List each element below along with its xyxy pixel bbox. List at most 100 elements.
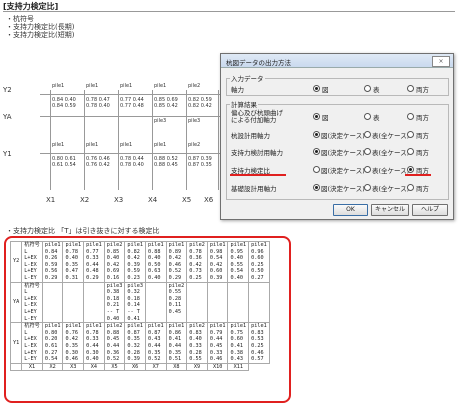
pile-design-both-radio[interactable] bbox=[407, 131, 414, 138]
dialog-titlebar[interactable]: 杭図データの出力方法 × bbox=[221, 54, 453, 68]
axial-table-radio[interactable] bbox=[364, 85, 371, 92]
table-row: Y1 杭符号 L L+EX L-EX L+EY L-EY pile1 0.80 … bbox=[9, 322, 270, 364]
bearing-check-both-label: 両方 bbox=[416, 149, 429, 157]
eccentric-fig-radio[interactable] bbox=[313, 113, 320, 120]
bearing-check-force-label: 支持力検討用軸力 bbox=[231, 149, 283, 157]
footer-cell: X11 bbox=[227, 362, 250, 372]
table-cell bbox=[206, 281, 229, 324]
row-label-y1: Y1 bbox=[3, 150, 12, 158]
output-method-dialog: 杭図データの出力方法 × 入力データ 軸力 図 表 両方 計算結果 偏心及び杭頭… bbox=[220, 53, 454, 220]
table-cell: pile1 0.80 0.20 0.61 0.27 0.54 bbox=[41, 322, 64, 364]
ok-button[interactable]: OK bbox=[333, 204, 368, 216]
grid-line-x1 bbox=[50, 90, 51, 190]
table-cell: pile1 0.87 0.43 0.44 0.35 0.52 bbox=[144, 322, 167, 364]
foundation-table-radio[interactable] bbox=[364, 184, 371, 191]
col-label-x1: X1 bbox=[46, 196, 56, 204]
grid-line-y2 bbox=[40, 94, 220, 95]
table-cell bbox=[83, 281, 105, 324]
axial-force-label: 軸力 bbox=[231, 86, 244, 94]
ratio-table: Y2 杭符号 L L+EX L-EX L+EY L-EY pile1 0.84 … bbox=[9, 241, 270, 372]
grid-line-x6 bbox=[218, 90, 219, 190]
table-cell: pile1 0.78 0.33 0.44 0.30 0.40 bbox=[83, 322, 105, 364]
axial-fig-radio[interactable] bbox=[313, 85, 320, 92]
help-button[interactable]: ヘルプ bbox=[412, 204, 448, 216]
foundation-force-label: 基礎設計用軸力 bbox=[231, 185, 277, 193]
table-cell: pile1 0.87 0.35 0.32 0.28 0.39 bbox=[124, 322, 146, 364]
dialog-title: 杭図データの出力方法 bbox=[226, 59, 291, 67]
footer-cell: X1 bbox=[21, 362, 43, 372]
grid-line-x2 bbox=[84, 90, 85, 190]
bearing-ratio-highlight bbox=[230, 174, 286, 176]
axial-both-radio[interactable] bbox=[407, 85, 414, 92]
pile-label: pile1 bbox=[120, 142, 133, 148]
table-cell bbox=[41, 281, 64, 324]
footer-cell: X5 bbox=[103, 362, 126, 372]
foundation-table-label: 表(全ケース) bbox=[372, 185, 410, 193]
grid-line-x4 bbox=[152, 90, 153, 190]
pile-label: pile1 bbox=[154, 142, 167, 148]
cancel-button[interactable]: キャンセル bbox=[371, 204, 409, 216]
bearing-ratio-fig-radio[interactable] bbox=[313, 166, 320, 173]
bearing-check-table-label: 表(全ケース) bbox=[372, 149, 410, 157]
footer-cell: X2 bbox=[41, 362, 64, 372]
bearing-check-table-radio[interactable] bbox=[364, 148, 371, 155]
bearing-ratio-table-radio[interactable] bbox=[364, 166, 371, 173]
bearing-ratio-both-radio[interactable] bbox=[407, 166, 414, 173]
table-cell bbox=[227, 281, 250, 324]
pile-design-table-radio[interactable] bbox=[364, 131, 371, 138]
close-button[interactable]: × bbox=[432, 56, 450, 67]
bearing-check-fig-radio[interactable] bbox=[313, 148, 320, 155]
table-cell: pile1 0.79 0.44 0.45 0.33 0.46 bbox=[206, 322, 229, 364]
pile-label: pile1 bbox=[52, 142, 65, 148]
foundation-fig-radio[interactable] bbox=[313, 184, 320, 191]
table-cell: 杭符号 L L+EX L-EX L+EY L-EY bbox=[21, 281, 43, 324]
table-cell: pile1 0.82 0.42 0.39 0.59 0.23 bbox=[124, 241, 146, 283]
table-cell: pile3 0.32 0.18 0.14 -- T 0.41 bbox=[124, 281, 146, 324]
table-cell: pile1 0.98 0.54 0.42 0.60 0.39 bbox=[206, 241, 229, 283]
eccentric-table-radio[interactable] bbox=[364, 113, 371, 120]
grid-line-x5 bbox=[186, 90, 187, 190]
eccentric-both-radio[interactable] bbox=[407, 113, 414, 120]
pile-label: pile1 bbox=[52, 83, 65, 89]
row-label-cell: YA bbox=[9, 281, 23, 324]
eccentric-both-label: 両方 bbox=[416, 114, 429, 122]
pile-design-force-label: 杭設計用軸力 bbox=[231, 132, 270, 140]
table-cell bbox=[248, 281, 270, 324]
table-cell: pile3 0.38 0.18 0.21 -- T 0.40 bbox=[103, 281, 126, 324]
calc-result-group-label: 計算結果 bbox=[230, 99, 258, 109]
page-title: [支持力検定比] bbox=[3, 2, 59, 11]
bearing-check-fig-label: 図(決定ケース) bbox=[321, 149, 365, 157]
grid-line-ya bbox=[40, 116, 220, 117]
pile-design-fig-radio[interactable] bbox=[313, 131, 320, 138]
table-cell: pile2 0.88 0.45 0.44 0.36 0.52 bbox=[103, 322, 126, 364]
bearing-ratio-fig-label: 図(決定ケース) bbox=[321, 167, 365, 175]
col-label-x6: X6 bbox=[204, 196, 214, 204]
col-label-x4: X4 bbox=[148, 196, 158, 204]
table-cell: pile2 0.78 0.36 0.42 0.73 0.25 bbox=[186, 241, 208, 283]
eccentric-force-label: 偏心及び杭頭曲げ による付加軸力 bbox=[231, 109, 283, 124]
foundation-both-radio[interactable] bbox=[407, 184, 414, 191]
both-option-highlight bbox=[405, 174, 431, 176]
table-cell: pile1 0.77 0.33 0.44 0.48 0.29 bbox=[83, 241, 105, 283]
table-cell: pile2 0.83 0.40 0.33 0.28 0.55 bbox=[186, 322, 208, 364]
table-cell: pile1 0.95 0.40 0.55 0.54 0.40 bbox=[227, 241, 250, 283]
grid-line-x3 bbox=[118, 90, 119, 190]
table-cell: pile1 0.78 0.40 0.35 0.47 0.31 bbox=[62, 241, 85, 283]
pile-label: pile3 bbox=[154, 118, 167, 124]
table-cell bbox=[144, 281, 167, 324]
eccentric-fig-label: 図 bbox=[322, 114, 329, 122]
footer-cell: X6 bbox=[124, 362, 146, 372]
pile-design-fig-label: 図(決定ケース) bbox=[321, 132, 365, 140]
bearing-check-both-radio[interactable] bbox=[407, 148, 414, 155]
table-note: ・支持力検定比 「T」は引き抜きに対する検定比 bbox=[6, 227, 160, 235]
col-label-x3: X3 bbox=[114, 196, 124, 204]
foundation-fig-label: 図(決定ケース) bbox=[321, 185, 365, 193]
table-cell: pile1 0.96 0.60 0.25 0.50 0.27 bbox=[248, 241, 270, 283]
row-label-cell: Y2 bbox=[9, 241, 23, 283]
table-cell: 杭符号 L L+EX L-EX L+EY L-EY bbox=[21, 322, 43, 364]
input-data-group-label: 入力データ bbox=[230, 73, 265, 83]
table-cell: pile1 0.89 0.42 0.46 0.52 0.29 bbox=[165, 241, 188, 283]
pile-label: pile3 bbox=[188, 118, 201, 124]
table-cell: pile1 0.86 0.41 0.44 0.35 0.51 bbox=[165, 322, 188, 364]
pile-design-table-label: 表(全ケース) bbox=[372, 132, 410, 140]
